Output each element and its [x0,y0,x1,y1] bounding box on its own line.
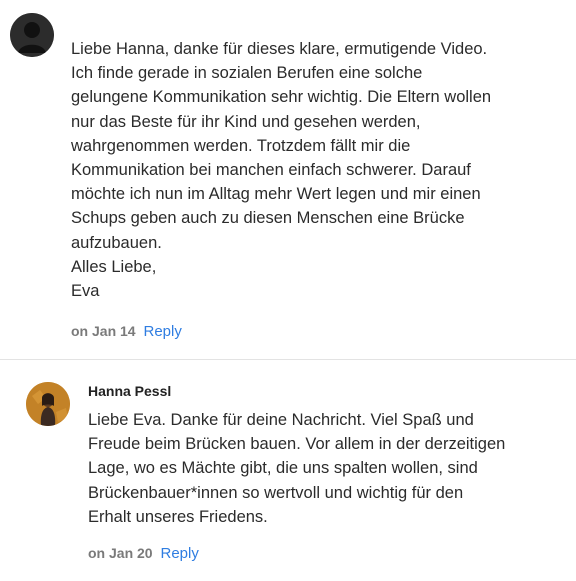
comment-date: on Jan 20 [88,545,153,561]
comment-body: Liebe Eva. Danke für deine Nachricht. Vi… [88,408,558,529]
comment: Liebe Hanna, danke für dieses klare, erm… [0,0,576,358]
comment-line: Ich finde gerade in sozialen Berufen ein… [71,64,423,83]
comment-reply: Hanna Pessl Liebe Eva. Danke für deine N… [0,360,576,581]
comment-line: Liebe Hanna, danke für dieses klare, erm… [71,40,488,58]
comment-line: nur das Beste für ihr Kind und gesehen w… [71,112,421,131]
default-user-avatar-icon[interactable] [10,13,54,57]
user-silhouette-icon [10,13,54,57]
comment-line: möchte ich nun im Alltag mehr Wert legen… [71,185,481,204]
comment-author[interactable]: Hanna Pessl [88,383,171,399]
reply-link[interactable]: Reply [160,545,198,562]
comment-line: gelungene Kommunikation sehr wichtig. Di… [71,88,492,107]
comment-line: Lage, wo es Mächte gibt, die uns spalten… [88,459,478,478]
comment-meta: on Jan 20 Reply [88,545,199,562]
comment-line: Freude beim Brücken bauen. Vor allem in … [88,435,506,454]
profile-photo-icon [26,382,70,426]
reply-link[interactable]: Reply [143,323,181,340]
comment-line: Schups geben auch zu diesen Menschen ein… [71,209,465,228]
comment-body: Liebe Hanna, danke für dieses klare, erm… [71,37,541,303]
comment-line: Eva [71,282,100,301]
comment-meta: on Jan 14 Reply [71,323,182,340]
profile-photo-avatar[interactable] [26,382,70,426]
comment-line: wahrgenommen werden. Trotzdem fällt mir … [71,136,411,155]
comment-line: Alles Liebe, [71,257,157,276]
comment-line: Liebe Eva. Danke für deine Nachricht. Vi… [88,411,474,429]
comment-line: Kommunikation bei manchen einfach schwer… [71,161,471,180]
comment-line: Erhalt unseres Friedens. [88,507,268,526]
comment-date: on Jan 14 [71,323,136,339]
comment-line: Brückenbauer*innen so wertvoll und wicht… [88,483,464,502]
comment-line: aufzubauen. [71,233,162,252]
